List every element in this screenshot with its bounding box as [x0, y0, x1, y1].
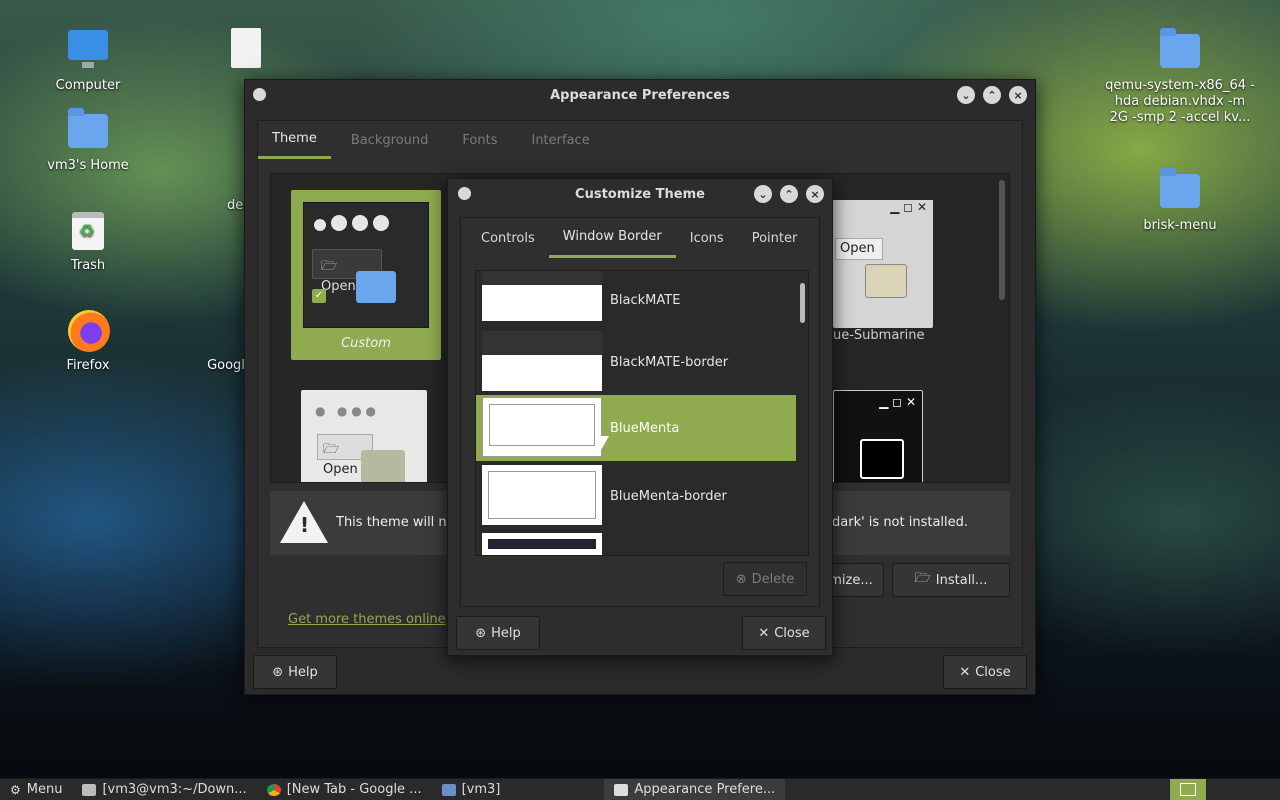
minimize-button[interactable]: ⌄ [957, 86, 975, 104]
border-thumbnail [482, 397, 602, 457]
customize-theme-dialog: Customize Theme ⌄ ⌃ × Controls Window Bo… [447, 178, 833, 656]
list-item-blackmate-border[interactable]: BlackMATE-border [476, 329, 796, 395]
help-icon: ⊛ [272, 664, 284, 680]
window-title: Appearance Preferences [550, 87, 730, 103]
desktop-icon-label: Trash [70, 258, 106, 273]
desktop-icon-firefox[interactable]: Firefox [33, 306, 143, 374]
theme-preview: 🗁 Open ✓ [303, 202, 429, 328]
list-item-bluementa[interactable]: BlueMenta [476, 395, 796, 461]
mouse-cursor [601, 436, 609, 450]
workspace-switcher[interactable] [1170, 779, 1206, 800]
border-thumbnail [482, 271, 602, 321]
window-menu-icon[interactable] [253, 88, 266, 101]
list-item-label: BlueMenta [610, 420, 680, 436]
desktop-icon-qemu[interactable]: qemu-system-x86_64 -hda debian.vhdx -m 2… [1105, 26, 1255, 126]
preview-folder-icon [865, 264, 907, 298]
theme-grid-scrollbar[interactable] [999, 180, 1005, 300]
theme-card-submarine[interactable]: ▁ ◻ ✕ Open [833, 200, 933, 328]
terminal-icon [82, 783, 97, 796]
close-icon: ✕ [959, 664, 971, 680]
window-titlebar[interactable]: Appearance Preferences ⌄ ⌃ × [245, 80, 1035, 110]
delete-button[interactable]: ⊗ Delete [723, 562, 807, 596]
list-scrollbar[interactable] [800, 283, 805, 323]
close-window-button[interactable]: × [1009, 86, 1027, 104]
desktop-icon-home[interactable]: vm3's Home [33, 106, 143, 174]
desktop-icon-label: vm3's Home [47, 158, 129, 173]
theme-card-dark[interactable]: ▁ ◻ ✕ [833, 390, 923, 482]
list-item-blackmate[interactable]: BlackMATE [476, 271, 796, 325]
border-thumbnail [482, 465, 602, 525]
taskbar: ⚙ Menu [vm3@vm3:~/Down... [New Tab - Goog… [0, 778, 1280, 800]
preview-open-button: Open [835, 238, 883, 260]
tab-theme[interactable]: Theme [258, 121, 331, 159]
help-button[interactable]: ⊛ Help [253, 655, 337, 689]
desktop-icon-trash[interactable]: Trash [33, 206, 143, 274]
list-item-label: BlackMATE [610, 293, 681, 308]
close-window-button[interactable]: × [806, 185, 824, 203]
border-thumbnail [482, 533, 602, 555]
tab-background[interactable]: Background [331, 121, 443, 159]
file-icon [231, 28, 261, 68]
window-border-list: BlackMATE BlackMATE-border BlueMenta Blu… [475, 270, 809, 556]
tab-controls[interactable]: Controls [461, 218, 549, 258]
help-icon: ⊛ [475, 625, 487, 641]
trash-icon [72, 212, 104, 250]
close-icon: ✕ [758, 625, 770, 641]
minimize-button[interactable]: ⌄ [754, 185, 772, 203]
home-folder-icon [68, 108, 108, 148]
folder-icon [1160, 28, 1200, 68]
help-button[interactable]: ⊛ Help [456, 616, 540, 650]
theme-card-custom[interactable]: 🗁 Open ✓ Custom [291, 190, 441, 360]
close-button[interactable]: ✕ Close [742, 616, 826, 650]
preview-folder-icon [356, 271, 396, 303]
preview-check-icon: ✓ [312, 289, 326, 303]
list-item-bluementa-border[interactable]: BlueMenta-border [476, 463, 796, 529]
border-thumbnail [482, 331, 602, 391]
theme-card-light[interactable]: ● ● ● ● 🗁Open [301, 390, 427, 482]
task-vm3[interactable]: [vm3] [432, 779, 511, 800]
task-chrome[interactable]: [New Tab - Google ... [257, 779, 432, 800]
dialog-title: Customize Theme [575, 186, 705, 202]
maximize-button[interactable]: ⌃ [983, 86, 1001, 104]
tab-fonts[interactable]: Fonts [442, 121, 511, 159]
chrome-icon [266, 783, 281, 796]
firefox-icon [68, 310, 110, 352]
preview-folder-icon [361, 450, 405, 482]
warning-text: This theme will not [336, 515, 460, 530]
window-icon [614, 783, 629, 796]
tab-interface[interactable]: Interface [511, 121, 603, 159]
theme-card-label: Custom [341, 336, 391, 351]
customize-notebook: Controls Window Border Icons Pointer Bla… [460, 217, 820, 607]
tab-window-border[interactable]: Window Border [548, 218, 676, 258]
maximize-button[interactable]: ⌃ [780, 185, 798, 203]
warning-text-end: dark' is not installed. [832, 515, 969, 530]
list-item[interactable] [476, 531, 796, 555]
window-menu-icon[interactable] [458, 187, 471, 200]
desktop-icon-computer[interactable]: Computer [33, 26, 143, 94]
menu-icon: ⚙ [10, 782, 21, 797]
task-terminal[interactable]: [vm3@vm3:~/Down... [72, 779, 256, 800]
close-button[interactable]: ✕ Close [943, 655, 1027, 689]
folder-icon [1160, 168, 1200, 208]
desktop-icon-label: brisk-menu [1143, 218, 1217, 233]
theme-card-label: ue-Submarine [833, 328, 925, 343]
tab-icons[interactable]: Icons [676, 218, 738, 258]
tab-pointer[interactable]: Pointer [738, 218, 812, 258]
preview-folder-icon [860, 439, 904, 479]
menu-button[interactable]: ⚙ Menu [0, 779, 72, 800]
folder-icon [441, 783, 456, 796]
install-button[interactable]: 🗁 Install... [892, 563, 1010, 597]
folder-open-icon: 🗁 [914, 571, 931, 586]
delete-icon: ⊗ [735, 571, 747, 587]
desktop-icon-brisk-menu[interactable]: brisk-menu [1125, 166, 1235, 234]
desktop-icon-label: Firefox [66, 358, 110, 373]
get-more-themes-link[interactable]: Get more themes online [288, 612, 446, 627]
list-item-label: BlueMenta-border [610, 488, 727, 504]
task-appearance[interactable]: Appearance Prefere... [604, 778, 786, 800]
desktop-icon-label: Computer [55, 78, 121, 93]
list-item-label: BlackMATE-border [610, 354, 729, 370]
dialog-titlebar[interactable]: Customize Theme ⌄ ⌃ × [448, 179, 832, 209]
computer-icon [68, 30, 108, 68]
desktop-icon-label: qemu-system-x86_64 -hda debian.vhdx -m 2… [1105, 78, 1255, 125]
